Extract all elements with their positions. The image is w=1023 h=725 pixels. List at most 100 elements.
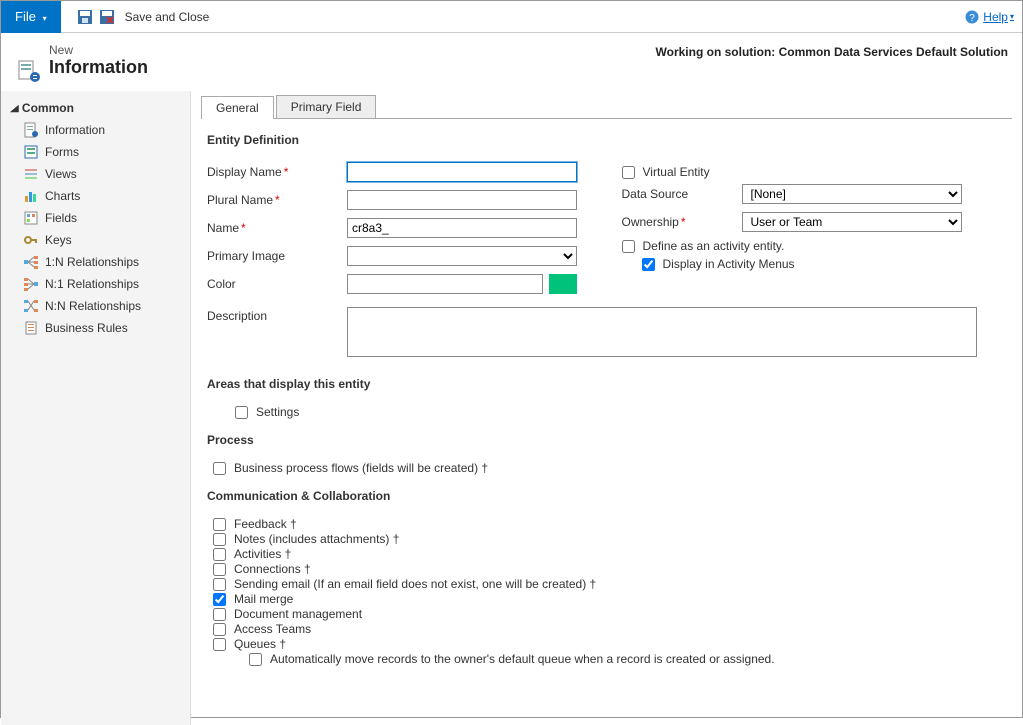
label-settings: Settings — [256, 405, 299, 419]
sidebar-group-common[interactable]: Common — [1, 97, 190, 119]
checkbox-virtual-entity[interactable] — [622, 166, 635, 179]
entity-definition-grid: Display Name* Plural Name* Name* Primary… — [207, 161, 1006, 301]
solution-context: Working on solution: Common Data Service… — [656, 43, 1008, 59]
select-primary-image[interactable] — [347, 246, 577, 266]
textarea-description[interactable] — [347, 307, 977, 357]
label-auto-move: Automatically move records to the owner'… — [270, 652, 775, 666]
checkbox-settings[interactable] — [235, 406, 248, 419]
checkbox-access-teams[interactable] — [213, 623, 226, 636]
checkbox-sending-email[interactable] — [213, 578, 226, 591]
entity-icon — [15, 59, 43, 83]
help-caret-icon: ▾ — [1010, 12, 1014, 21]
label-mail-merge: Mail merge — [234, 592, 293, 606]
label-feedback: Feedback † — [234, 517, 297, 531]
file-label: File — [15, 9, 36, 24]
sidebar-item-information[interactable]: Information — [1, 119, 190, 141]
relationship-nn-icon — [23, 298, 39, 314]
label-queues: Queues † — [234, 637, 286, 651]
section-entity-definition: Entity Definition — [207, 133, 1006, 147]
sidebar-item-label: 1:N Relationships — [45, 255, 139, 269]
left-column: Display Name* Plural Name* Name* Primary… — [207, 161, 592, 301]
sidebar-item-charts[interactable]: Charts — [1, 185, 190, 207]
checkbox-queues[interactable] — [213, 638, 226, 651]
tab-strip: General Primary Field — [201, 95, 1012, 119]
checkbox-feedback[interactable] — [213, 518, 226, 531]
checkbox-doc-mgmt[interactable] — [213, 608, 226, 621]
sidebar-item-nn[interactable]: N:N Relationships — [1, 295, 190, 317]
checkbox-notes[interactable] — [213, 533, 226, 546]
keys-icon — [23, 232, 39, 248]
page-header: New Information Working on solution: Com… — [1, 33, 1022, 91]
input-display-name[interactable] — [347, 162, 577, 182]
relationship-1n-icon — [23, 254, 39, 270]
input-name[interactable] — [347, 218, 577, 238]
sidebar-item-label: Views — [45, 167, 77, 181]
checkbox-mail-merge[interactable] — [213, 593, 226, 606]
sidebar-item-label: Charts — [45, 189, 80, 203]
sidebar-item-label: Forms — [45, 145, 79, 159]
header-titles: New Information — [49, 43, 148, 78]
sidebar-item-label: N:1 Relationships — [45, 277, 139, 291]
label-display-name: Display Name* — [207, 165, 347, 179]
color-swatch[interactable] — [549, 274, 577, 294]
sidebar-item-views[interactable]: Views — [1, 163, 190, 185]
right-column: Virtual Entity Data Source [None] Owners… — [622, 161, 1007, 301]
tab-label: Primary Field — [291, 100, 362, 114]
select-data-source[interactable]: [None] — [742, 184, 962, 204]
label-display-activity-menus: Display in Activity Menus — [663, 257, 795, 271]
checkbox-connections[interactable] — [213, 563, 226, 576]
tab-general[interactable]: General — [201, 96, 274, 119]
checkbox-bpf[interactable] — [213, 462, 226, 475]
select-ownership[interactable]: User or Team — [742, 212, 962, 232]
main-panel: General Primary Field Entity Definition … — [191, 91, 1022, 725]
sidebar-item-keys[interactable]: Keys — [1, 229, 190, 251]
section-areas: Areas that display this entity — [207, 377, 1006, 391]
label-ownership: Ownership* — [622, 215, 742, 229]
label-plural-name: Plural Name* — [207, 193, 347, 207]
sidebar-group-label: Common — [22, 101, 74, 115]
dropdown-caret-icon: ▾ — [43, 14, 47, 23]
checkbox-define-activity[interactable] — [622, 240, 635, 253]
forms-icon — [23, 144, 39, 160]
label-sending-email: Sending email (If an email field does no… — [234, 577, 596, 591]
save-close-icon — [99, 9, 115, 25]
sidebar-item-label: Business Rules — [45, 321, 128, 335]
information-icon — [23, 122, 39, 138]
views-icon — [23, 166, 39, 182]
label-primary-image: Primary Image — [207, 249, 347, 263]
form-scroll[interactable]: Entity Definition Display Name* Plural N… — [191, 119, 1022, 725]
section-comm-collab: Communication & Collaboration — [207, 489, 1006, 503]
label-virtual-entity: Virtual Entity — [643, 165, 710, 179]
sidebar-item-n1[interactable]: N:1 Relationships — [1, 273, 190, 295]
sidebar: Common Information Forms Views Charts Fi… — [1, 91, 191, 725]
help-text: Help — [983, 10, 1008, 24]
save-and-close-button[interactable]: Save and Close — [99, 9, 210, 25]
save-close-label: Save and Close — [125, 10, 210, 24]
tab-primary-field[interactable]: Primary Field — [276, 95, 377, 118]
label-doc-mgmt: Document management — [234, 607, 362, 621]
sidebar-item-business-rules[interactable]: Business Rules — [1, 317, 190, 339]
fields-icon — [23, 210, 39, 226]
page-title: Information — [49, 57, 148, 78]
business-rules-icon — [23, 320, 39, 336]
input-color[interactable] — [347, 274, 543, 294]
relationship-n1-icon — [23, 276, 39, 292]
label-notes: Notes (includes attachments) † — [234, 532, 399, 546]
label-description: Description — [207, 307, 347, 323]
input-plural-name[interactable] — [347, 190, 577, 210]
help-link[interactable]: ? Help ▾ — [965, 10, 1014, 24]
file-menu-button[interactable]: File ▾ — [1, 1, 61, 33]
label-name: Name* — [207, 221, 347, 235]
sidebar-item-label: Fields — [45, 211, 77, 225]
sidebar-item-1n[interactable]: 1:N Relationships — [1, 251, 190, 273]
checkbox-display-activity-menus[interactable] — [642, 258, 655, 271]
sidebar-item-forms[interactable]: Forms — [1, 141, 190, 163]
checkbox-activities[interactable] — [213, 548, 226, 561]
sidebar-item-fields[interactable]: Fields — [1, 207, 190, 229]
sidebar-item-label: N:N Relationships — [45, 299, 141, 313]
new-label: New — [49, 43, 148, 57]
sidebar-item-label: Information — [45, 123, 105, 137]
checkbox-auto-move[interactable] — [249, 653, 262, 666]
save-icon[interactable] — [77, 9, 93, 25]
label-bpf: Business process flows (fields will be c… — [234, 461, 488, 475]
